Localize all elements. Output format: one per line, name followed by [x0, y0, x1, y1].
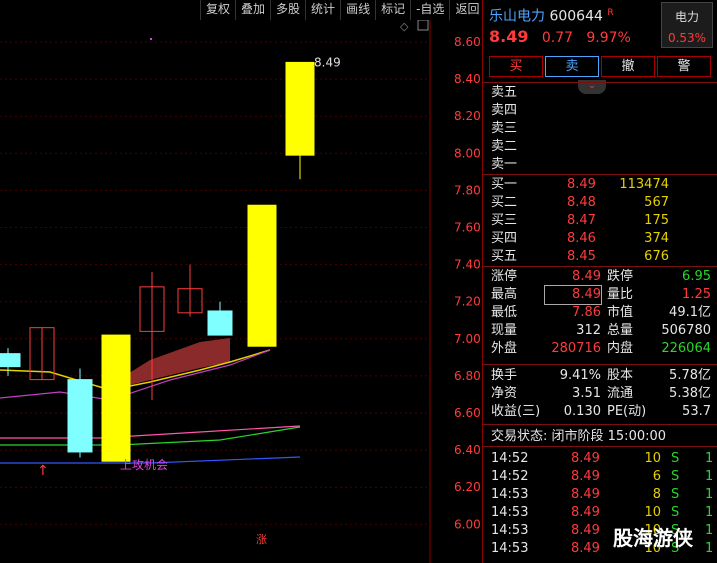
candle-body [247, 204, 277, 347]
annotation-text: 上攻机会 [120, 458, 168, 472]
stat-row: 外盘 280716 内盘 226064 [491, 341, 711, 356]
fund-row: 换手 9.41% 股本 5.78亿 [491, 368, 711, 383]
y-tick-label: 8.60 [454, 35, 481, 49]
candle-body [285, 61, 315, 156]
alert-button[interactable]: 警 [657, 56, 711, 77]
divider [483, 424, 717, 425]
sector-box[interactable]: 电力 0.53% [661, 2, 713, 48]
sell-button[interactable]: 卖 [545, 56, 599, 77]
buy-level-row: 买四 8.46 374 [491, 231, 669, 246]
toolbar-item-0[interactable]: 复权 [200, 0, 235, 20]
buy-level-row: 买一 8.49 113474 [491, 177, 669, 192]
toolbar-item-7[interactable]: 返回 [449, 0, 484, 20]
buy-level-row: 买三 8.47 175 [491, 213, 669, 228]
tick-row: 14:52 8.49 6 S 1 [491, 469, 714, 484]
candle-body [67, 379, 93, 453]
toolbar-item-3[interactable]: 统计 [305, 0, 340, 20]
watermark: 股海游侠 [613, 526, 693, 550]
sell-level-row: 卖二 [491, 139, 518, 154]
y-tick-label: 6.40 [454, 443, 481, 457]
y-tick-label: 7.60 [454, 221, 481, 235]
divider [483, 364, 717, 365]
y-tick-label: 7.20 [454, 295, 481, 309]
window-icon [417, 20, 429, 31]
divider [483, 174, 717, 175]
tick-row: 14:52 8.49 10 S 1 [491, 451, 714, 466]
y-tick-label: 6.00 [454, 517, 481, 531]
tick-row: 14:53 8.49 8 S 1 [491, 487, 714, 502]
diamond-icon: ◇ [400, 20, 409, 33]
sell-level-row: 卖三 [491, 121, 518, 136]
toolbar-item-1[interactable]: 叠加 [235, 0, 270, 20]
trade-status: 交易状态: 闭市阶段 15:00:00 [491, 429, 667, 444]
buy-level-row: 买二 8.48 567 [491, 195, 669, 210]
y-tick-label: 6.60 [454, 406, 481, 420]
divider [483, 446, 717, 447]
up-arrow-icon: ↑ [37, 463, 49, 479]
fund-row: 收益(三) 0.130 PE(动) 53.7 [491, 404, 711, 419]
sell-level-row: 卖五 [491, 85, 518, 100]
stat-row: 最低 7.86 市值 49.1亿 [491, 305, 711, 320]
kline-chart[interactable]: 8.60 8.40 8.20 8.00 7.80 7.60 7.40 7.20 7.00 6.80… [0, 20, 482, 563]
y-tick-label: 6.20 [454, 480, 481, 494]
y-tick-label: 6.80 [454, 369, 481, 383]
toolbar-item-6[interactable]: -自选 [410, 0, 449, 20]
divider [483, 82, 717, 83]
stat-row: 现量 312 总量 506780 [491, 323, 711, 338]
quote-panel: 乐山电力 600644 R 8.49 0.77 9.97% 电力 0.53% 买… [483, 0, 717, 563]
stat-row: 最高 8.49 量比 1.25 [491, 285, 711, 305]
toolbar-item-2[interactable]: 多股 [270, 0, 305, 20]
y-tick-label: 7.40 [454, 258, 481, 272]
sell-level-row: 卖四 [491, 103, 518, 118]
limit-up-mark: 涨 [256, 533, 267, 546]
candle-body [101, 334, 131, 462]
cancel-button[interactable]: 撤 [601, 56, 655, 77]
candle-body [207, 310, 233, 336]
candle-body [0, 353, 21, 368]
buy-level-row: 买五 8.45 676 [491, 249, 669, 264]
chart-toolbar: 复权 叠加 多股 统计 画线 标记 -自选 返回 [200, 0, 484, 20]
tick-row: 14:53 8.49 10 S 1 [491, 505, 714, 520]
y-tick-label: 8.40 [454, 72, 481, 86]
divider [483, 266, 717, 267]
y-tick-label: 8.00 [454, 146, 481, 160]
ma20-line [0, 425, 301, 439]
stat-row: 涨停 8.49 跌停 6.95 [491, 269, 711, 284]
toolbar-item-5[interactable]: 标记 [375, 0, 410, 20]
buy-button[interactable]: 买 [489, 56, 543, 77]
last-price-label: 8.49 [314, 55, 341, 69]
price-line: 8.49 0.77 9.97% [489, 27, 631, 47]
y-tick-label: 7.80 [454, 183, 481, 197]
fund-row: 净资 3.51 流通 5.38亿 [491, 386, 711, 401]
sell-level-row: 卖一 [491, 157, 518, 172]
marker-dot [150, 38, 152, 40]
y-tick-label: 7.00 [454, 332, 481, 346]
y-tick-label: 8.20 [454, 109, 481, 123]
stock-title: 乐山电力 600644 R [489, 8, 614, 25]
ma30-line [0, 426, 301, 446]
toolbar-item-4[interactable]: 画线 [340, 0, 375, 20]
